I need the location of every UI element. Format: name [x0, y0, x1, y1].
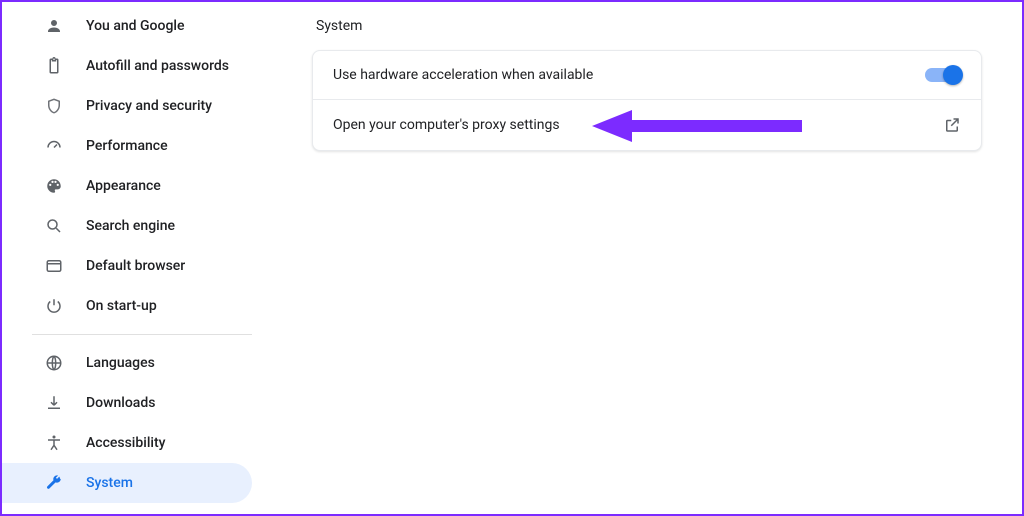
sidebar-item-label: You and Google	[86, 18, 184, 34]
sidebar-item-appearance[interactable]: Appearance	[2, 166, 252, 206]
section-title: System	[316, 18, 982, 34]
sidebar-item-label: Privacy and security	[86, 98, 212, 114]
sidebar-item-label: On start-up	[86, 298, 157, 314]
shield-icon	[44, 96, 64, 116]
sidebar-item-label: Default browser	[86, 258, 185, 274]
sidebar-item-system[interactable]: System	[2, 463, 252, 503]
sidebar-item-label: Appearance	[86, 178, 161, 194]
sidebar-item-privacy[interactable]: Privacy and security	[2, 86, 252, 126]
gauge-icon	[44, 136, 64, 156]
row-label: Use hardware acceleration when available	[333, 67, 593, 83]
sidebar-item-accessibility[interactable]: Accessibility	[2, 423, 252, 463]
sidebar-item-reset[interactable]: Reset settings	[2, 503, 252, 516]
settings-content: System Use hardware acceleration when av…	[312, 18, 982, 151]
accessibility-icon	[44, 433, 64, 453]
globe-icon	[44, 353, 64, 373]
palette-icon	[44, 176, 64, 196]
sidebar-item-downloads[interactable]: Downloads	[2, 383, 252, 423]
sidebar-item-label: Accessibility	[86, 435, 165, 451]
toggle-hardware-acceleration[interactable]	[925, 68, 961, 82]
search-icon	[44, 216, 64, 236]
sidebar-item-label: Downloads	[86, 395, 155, 411]
person-icon	[44, 16, 64, 36]
sidebar-item-default-browser[interactable]: Default browser	[2, 246, 252, 286]
clipboard-icon	[44, 56, 64, 76]
sidebar-item-label: Autofill and passwords	[86, 58, 229, 74]
sidebar-item-performance[interactable]: Performance	[2, 126, 252, 166]
sidebar-item-label: Search engine	[86, 218, 175, 234]
sidebar-item-autofill[interactable]: Autofill and passwords	[2, 46, 252, 86]
toggle-knob	[943, 65, 963, 85]
external-link-icon	[943, 116, 961, 134]
sidebar-item-search-engine[interactable]: Search engine	[2, 206, 252, 246]
download-icon	[44, 393, 64, 413]
sidebar-item-you-and-google[interactable]: You and Google	[2, 6, 252, 46]
wrench-icon	[44, 473, 64, 493]
row-label: Open your computer's proxy settings	[333, 117, 560, 133]
power-icon	[44, 296, 64, 316]
row-proxy-settings[interactable]: Open your computer's proxy settings	[313, 99, 981, 150]
system-settings-card: Use hardware acceleration when available…	[312, 50, 982, 151]
sidebar-divider	[32, 334, 252, 335]
settings-sidebar: You and Google Autofill and passwords Pr…	[2, 2, 252, 514]
row-hardware-acceleration[interactable]: Use hardware acceleration when available	[313, 51, 981, 99]
browser-icon	[44, 256, 64, 276]
sidebar-item-label: System	[86, 475, 133, 491]
sidebar-item-label: Languages	[86, 355, 155, 371]
sidebar-item-label: Performance	[86, 138, 168, 154]
sidebar-item-languages[interactable]: Languages	[2, 343, 252, 383]
sidebar-item-on-start-up[interactable]: On start-up	[2, 286, 252, 326]
